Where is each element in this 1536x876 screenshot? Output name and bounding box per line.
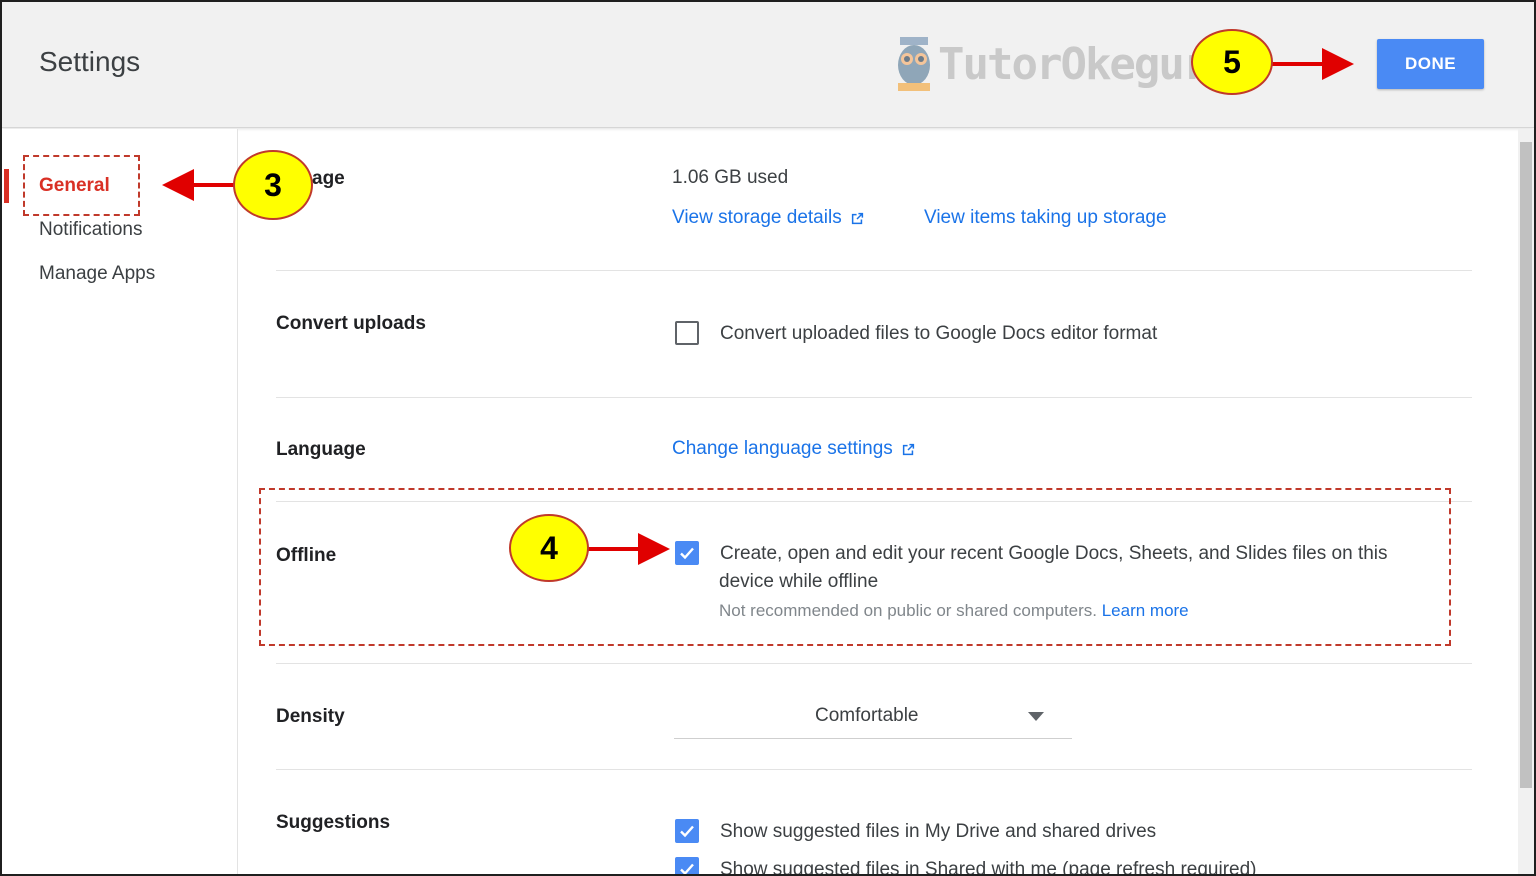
step-5-badge: 5 bbox=[1191, 29, 1273, 95]
step-4-badge: 4 bbox=[509, 514, 589, 582]
step-3-badge: 3 bbox=[233, 150, 313, 220]
settings-window: Settings TutorOkeguru DONE General Notif… bbox=[0, 0, 1536, 876]
annotation-arrows bbox=[162, 48, 1354, 565]
